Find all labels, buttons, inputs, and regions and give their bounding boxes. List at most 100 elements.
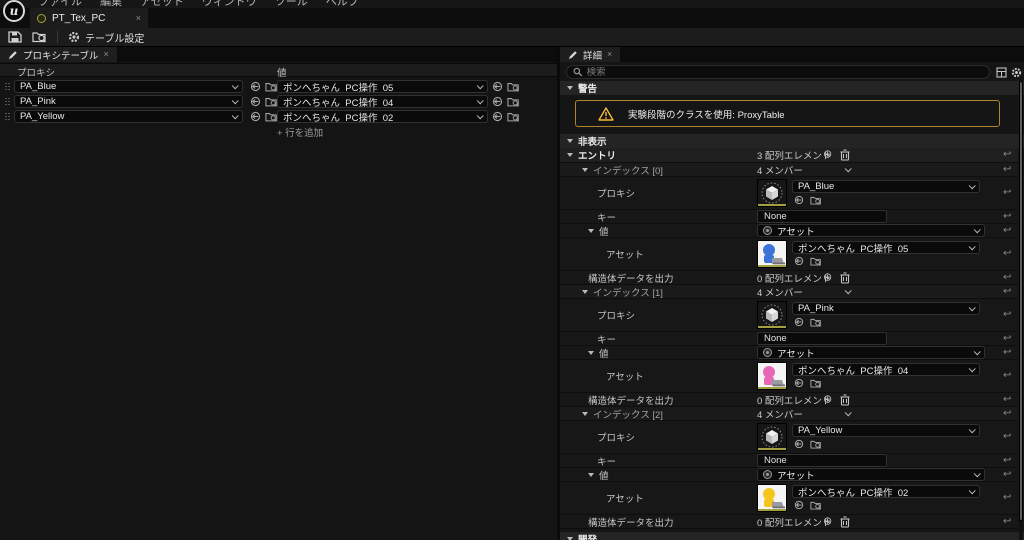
add-row-button[interactable]: + 行を追加 (277, 125, 323, 139)
menu-asset[interactable]: アセット (140, 0, 184, 8)
menu-file[interactable]: ファイル (38, 0, 82, 8)
use-selected-icon[interactable] (794, 317, 804, 328)
use-selected-icon[interactable] (250, 111, 261, 122)
proxy-asset-thumbnail[interactable] (757, 179, 787, 207)
trash-icon[interactable] (840, 394, 850, 406)
proxy-asset-dropdown[interactable]: PA_Yellow (792, 424, 980, 437)
asset-thumbnail-yellow-character[interactable] (757, 484, 787, 512)
reset-to-default-icon[interactable]: ↩ (1003, 212, 1011, 222)
add-element-icon[interactable]: ⊕ (823, 272, 832, 283)
display-options-icon[interactable] (996, 67, 1007, 78)
search-field[interactable] (587, 67, 983, 78)
value-type-dropdown[interactable]: アセット (757, 224, 985, 237)
reset-to-default-icon[interactable]: ↩ (1003, 287, 1011, 297)
browse-asset-icon[interactable] (810, 256, 822, 267)
expander-arrow-icon[interactable] (588, 229, 594, 233)
asset-dropdown[interactable]: ポンへちゃん_PC操作_04 (792, 363, 980, 376)
reset-to-default-icon[interactable]: ↩ (1003, 348, 1011, 358)
expander-arrow-icon[interactable] (567, 153, 573, 157)
table-settings-button[interactable]: テーブル設定 (68, 30, 144, 45)
use-selected-icon[interactable] (794, 378, 804, 389)
add-element-icon[interactable]: ⊕ (823, 150, 832, 161)
section-partial-bottom[interactable]: 開発 (560, 532, 1024, 540)
value-type-dropdown[interactable]: アセット (757, 346, 985, 359)
use-selected-icon[interactable] (492, 111, 503, 122)
use-selected-icon[interactable] (250, 96, 261, 107)
drag-handle-icon[interactable] (5, 113, 8, 121)
expander-arrow-icon[interactable] (588, 351, 594, 355)
expander-arrow-icon[interactable] (567, 139, 573, 143)
browse-asset-icon[interactable] (810, 500, 822, 511)
unreal-logo-icon[interactable]: u (3, 0, 25, 22)
reset-to-default-icon[interactable]: ↩ (1003, 226, 1011, 236)
trash-icon[interactable] (840, 272, 850, 284)
reset-to-default-icon[interactable]: ↩ (1003, 273, 1011, 283)
browse-asset-icon[interactable] (507, 96, 520, 108)
key-field[interactable]: None (757, 454, 887, 467)
chevron-down-icon[interactable] (845, 287, 852, 294)
browse-asset-icon[interactable] (810, 378, 822, 389)
browse-asset-icon[interactable] (507, 111, 520, 123)
search-input[interactable] (566, 65, 990, 79)
reset-to-default-icon[interactable]: ↩ (1003, 395, 1011, 405)
section-hidden[interactable]: 非表示 (560, 134, 1024, 148)
section-warning[interactable]: 警告 (560, 81, 1024, 95)
reset-to-default-icon[interactable]: ↩ (1003, 310, 1011, 320)
close-icon[interactable]: × (607, 50, 612, 59)
use-selected-icon[interactable] (794, 256, 804, 267)
reset-to-default-icon[interactable]: ↩ (1003, 456, 1011, 466)
expander-arrow-icon[interactable] (567, 86, 573, 90)
chevron-down-icon[interactable] (845, 409, 852, 416)
asset-dropdown[interactable]: ポンへちゃん_PC操作_02 (792, 485, 980, 498)
browse-asset-icon[interactable] (810, 317, 822, 328)
reset-to-default-icon[interactable]: ↩ (1003, 371, 1011, 381)
proxy-asset-thumbnail[interactable] (757, 301, 787, 329)
details-scrollbar[interactable] (1019, 81, 1023, 540)
proxy-dropdown[interactable]: PA_Pink (14, 95, 243, 108)
use-selected-icon[interactable] (794, 500, 804, 511)
close-icon[interactable]: × (136, 14, 141, 23)
add-element-icon[interactable]: ⊕ (823, 516, 832, 527)
tab-details[interactable]: 詳細 × (560, 47, 620, 62)
reset-to-default-icon[interactable]: ↩ (1003, 470, 1011, 480)
add-element-icon[interactable]: ⊕ (823, 394, 832, 405)
tab-proxy-table[interactable]: プロキシテーブル × (0, 47, 117, 62)
browse-asset-icon[interactable] (810, 439, 822, 450)
asset-dropdown[interactable]: ポンへちゃん_PC操作_05 (792, 241, 980, 254)
proxy-asset-dropdown[interactable]: PA_Blue (792, 180, 980, 193)
chevron-down-icon[interactable] (845, 165, 852, 172)
value-dropdown[interactable]: ポンへちゃん_PC操作_02 (277, 110, 488, 123)
save-button[interactable] (8, 30, 22, 44)
use-selected-icon[interactable] (794, 439, 804, 450)
browse-to-asset-button[interactable] (32, 30, 47, 44)
expander-arrow-icon[interactable] (582, 412, 588, 416)
drag-handle-icon[interactable] (5, 98, 8, 106)
browse-asset-icon[interactable] (810, 195, 822, 206)
menu-tools[interactable]: ツール (275, 0, 308, 8)
menu-window[interactable]: ウィンドウ (202, 0, 257, 8)
value-type-dropdown[interactable]: アセット (757, 468, 985, 481)
use-selected-icon[interactable] (492, 96, 503, 107)
trash-icon[interactable] (840, 516, 850, 528)
browse-asset-icon[interactable] (507, 81, 520, 93)
use-selected-icon[interactable] (794, 195, 804, 206)
asset-thumbnail-blue-character[interactable] (757, 240, 787, 268)
gear-icon[interactable] (1011, 67, 1022, 78)
key-field[interactable]: None (757, 210, 887, 223)
reset-to-default-icon[interactable]: ↩ (1003, 150, 1011, 160)
reset-to-default-icon[interactable]: ↩ (1003, 334, 1011, 344)
reset-to-default-icon[interactable]: ↩ (1003, 165, 1011, 175)
drag-handle-icon[interactable] (5, 83, 8, 91)
reset-to-default-icon[interactable]: ↩ (1003, 409, 1011, 419)
expander-arrow-icon[interactable] (588, 473, 594, 477)
close-icon[interactable]: × (103, 50, 108, 59)
use-selected-icon[interactable] (492, 81, 503, 92)
value-dropdown[interactable]: ポンへちゃん_PC操作_04 (277, 95, 488, 108)
use-selected-icon[interactable] (250, 81, 261, 92)
reset-to-default-icon[interactable]: ↩ (1003, 188, 1011, 198)
menu-help[interactable]: ヘルプ (326, 0, 359, 8)
expander-arrow-icon[interactable] (582, 168, 588, 172)
proxy-dropdown[interactable]: PA_Yellow (14, 110, 243, 123)
reset-to-default-icon[interactable]: ↩ (1003, 493, 1011, 503)
proxy-dropdown[interactable]: PA_Blue (14, 80, 243, 93)
